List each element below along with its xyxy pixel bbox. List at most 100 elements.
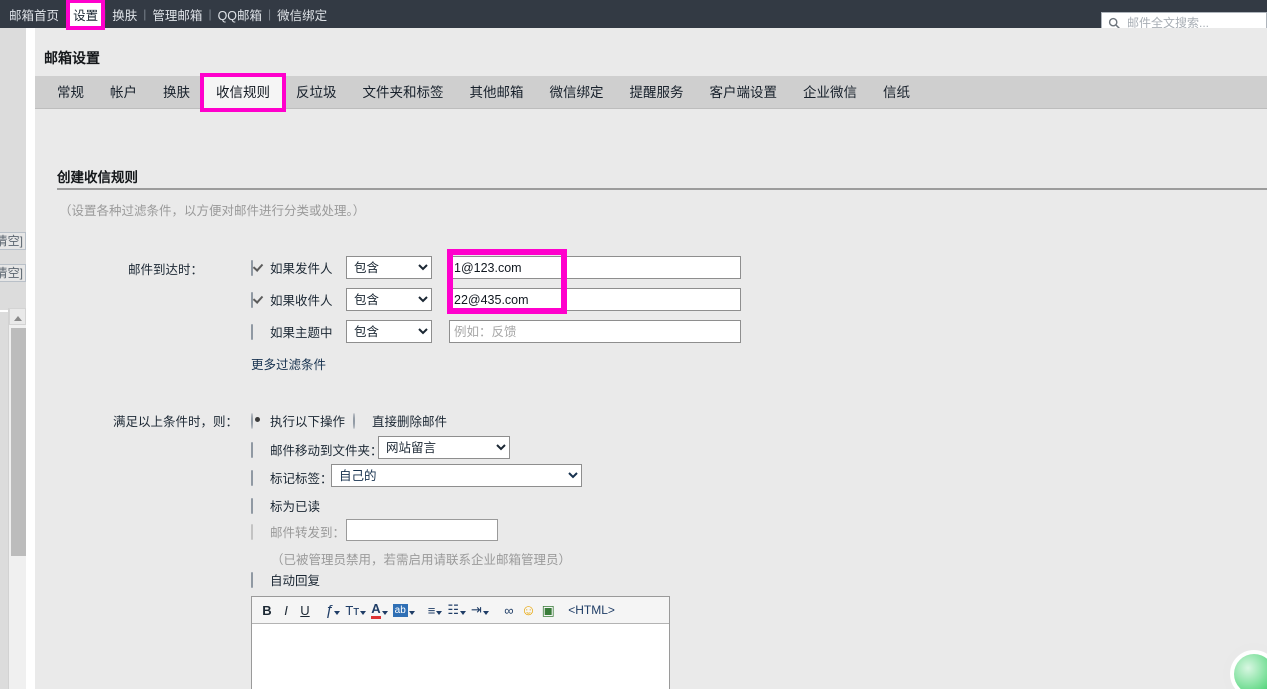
top-nav-link-0[interactable]: 邮箱首页 bbox=[5, 3, 63, 26]
section-subtitle: （设置各种过滤条件，以方便对邮件进行分类或处理。） bbox=[59, 204, 366, 218]
top-nav-separator: | bbox=[143, 7, 147, 21]
tab-6[interactable]: 其他邮箱 bbox=[457, 76, 537, 109]
highlight-color-icon-glyph: ab bbox=[392, 603, 408, 617]
page-title: 邮箱设置 bbox=[44, 50, 100, 66]
condition-sender-label: 如果发件人 bbox=[270, 262, 333, 276]
font-family-icon[interactable]: ƒ bbox=[323, 599, 342, 621]
bold-icon-glyph: B bbox=[262, 602, 272, 618]
condition-sender-checkbox[interactable] bbox=[251, 260, 264, 276]
link-icon-glyph: ∞ bbox=[504, 602, 514, 618]
tab-4[interactable]: 反垃圾 bbox=[283, 76, 350, 109]
chevron-down-icon bbox=[436, 611, 443, 615]
condition-subject-checkbox[interactable] bbox=[251, 324, 264, 340]
underline-icon[interactable]: U bbox=[296, 599, 314, 621]
top-nav-link-2[interactable]: 换肤 bbox=[108, 3, 141, 26]
condition-subject-label: 如果主题中 bbox=[270, 326, 333, 340]
tab-2[interactable]: 换肤 bbox=[150, 76, 203, 109]
editor-body[interactable] bbox=[252, 625, 669, 689]
condition-recipient-checkbox[interactable] bbox=[251, 292, 264, 308]
tab-9[interactable]: 客户端设置 bbox=[697, 76, 791, 109]
scroll-up-arrow-icon[interactable] bbox=[9, 308, 26, 325]
align-icon[interactable]: ≡ bbox=[426, 599, 445, 621]
move-folder-select[interactable]: 网站留言收件箱草稿箱已发送 bbox=[378, 436, 510, 459]
tab-3[interactable]: 收信规则 bbox=[200, 73, 286, 112]
bold-icon[interactable]: B bbox=[258, 599, 276, 621]
indent-icon-glyph: ⇥ bbox=[471, 602, 482, 617]
indent-icon[interactable]: ⇥ bbox=[469, 599, 491, 621]
chevron-down-icon bbox=[482, 611, 489, 615]
condition-recipient-operator[interactable]: 包含不包含等于不等于 bbox=[346, 288, 432, 311]
tab-0[interactable]: 常规 bbox=[44, 76, 97, 109]
screen-root: 邮箱首页|设置|换肤|管理邮箱|QQ邮箱|微信绑定 清空] 清空] 邮箱设置 常… bbox=[0, 0, 1267, 689]
link-icon[interactable]: ∞ bbox=[500, 599, 518, 621]
condition-subject-value[interactable] bbox=[449, 320, 741, 343]
section-divider bbox=[57, 188, 1267, 190]
font-family-icon-glyph: ƒ bbox=[325, 601, 334, 619]
top-nav-separator: | bbox=[65, 7, 69, 21]
tab-10[interactable]: 企业微信 bbox=[790, 76, 870, 109]
rail-clipped-item-1[interactable]: 清空] bbox=[0, 232, 26, 250]
chevron-down-icon bbox=[408, 611, 415, 615]
conditions-label: 邮件到达时： bbox=[128, 263, 204, 277]
italic-icon[interactable]: I bbox=[277, 599, 295, 621]
html-source-icon[interactable]: <HTML> bbox=[566, 599, 617, 621]
execute-actions-label: 执行以下操作 bbox=[270, 415, 346, 429]
move-folder-label: 邮件移动到文件夹： bbox=[270, 444, 383, 458]
rail-clipped-item-2[interactable]: 清空] bbox=[0, 264, 26, 282]
underline-icon-glyph: U bbox=[300, 602, 310, 618]
top-nav-link-1[interactable]: 设置 bbox=[66, 0, 106, 30]
forward-label: 邮件转发到： bbox=[270, 526, 346, 540]
forward-address-input bbox=[346, 519, 498, 541]
top-bar: 邮箱首页 | 设置 | 换肤 | 管理邮箱 | QQ邮箱 | 微信绑定 bbox=[0, 0, 1267, 34]
tab-8[interactable]: 提醒服务 bbox=[617, 76, 697, 109]
top-nav-link-4[interactable]: QQ邮箱 bbox=[214, 3, 266, 26]
emoji-icon[interactable]: ☺ bbox=[519, 599, 538, 621]
mark-read-checkbox[interactable] bbox=[251, 498, 264, 514]
tab-11[interactable]: 信纸 bbox=[870, 76, 923, 109]
auto-reply-label: 自动回复 bbox=[270, 574, 321, 588]
top-nav-separator: | bbox=[208, 7, 212, 21]
highlight-color-icon[interactable]: ab bbox=[391, 599, 417, 621]
font-color-icon[interactable]: A bbox=[369, 599, 389, 621]
chevron-down-icon bbox=[460, 611, 467, 615]
list-icon[interactable]: ☷ bbox=[445, 599, 468, 621]
tab-5[interactable]: 文件夹和标签 bbox=[350, 76, 457, 109]
condition-sender-value[interactable] bbox=[449, 256, 741, 279]
settings-page: 邮箱设置 常规 帐户 换肤 收信规则 反垃圾 文件夹和标签 其他邮箱 微信绑定 提醒服务 客户端设… bbox=[35, 28, 1267, 689]
tab-7[interactable]: 微信绑定 bbox=[537, 76, 617, 109]
editor-toolbar: B I Uƒ Tᴛ Aab ≡ ☷ ⇥ ∞ ☺ ▣ <HTML> bbox=[252, 597, 669, 624]
tab-1[interactable]: 帐户 bbox=[97, 76, 150, 109]
delete-mail-label: 直接删除邮件 bbox=[372, 415, 448, 429]
italic-icon-glyph: I bbox=[284, 602, 288, 618]
condition-recipient-label: 如果收件人 bbox=[270, 294, 333, 308]
execute-actions-radio[interactable] bbox=[251, 413, 264, 429]
floating-green-badge[interactable] bbox=[1223, 643, 1267, 689]
delete-mail-radio[interactable] bbox=[353, 413, 366, 429]
top-nav-link-5[interactable]: 微信绑定 bbox=[273, 3, 331, 26]
condition-sender-operator[interactable]: 包含不包含等于不等于 bbox=[346, 256, 432, 279]
vertical-scrollbar[interactable] bbox=[8, 308, 26, 689]
section-title: 创建收信规则 bbox=[57, 170, 138, 185]
chevron-down-icon bbox=[360, 611, 367, 615]
chevron-down-icon bbox=[334, 611, 341, 615]
condition-subject-operator[interactable]: 包含不包含等于不等于 bbox=[346, 320, 432, 343]
font-size-icon[interactable]: Tᴛ bbox=[343, 599, 368, 621]
top-nav-separator: | bbox=[268, 7, 272, 21]
condition-recipient-value[interactable] bbox=[449, 288, 741, 311]
align-icon-glyph: ≡ bbox=[427, 602, 436, 618]
top-nav: 邮箱首页 | 设置 | 换肤 | 管理邮箱 | QQ邮箱 | 微信绑定 bbox=[5, 0, 331, 30]
mark-tag-label: 标记标签： bbox=[270, 472, 333, 486]
scrollbar-thumb[interactable] bbox=[11, 328, 26, 556]
mark-tag-checkbox[interactable] bbox=[251, 470, 264, 486]
top-nav-link-3[interactable]: 管理邮箱 bbox=[148, 3, 206, 26]
move-folder-checkbox[interactable] bbox=[251, 442, 264, 458]
mark-tag-select[interactable]: 自己的工作朋友 bbox=[331, 464, 582, 487]
html-source-icon-glyph: <HTML> bbox=[568, 603, 615, 617]
top-nav-separator: | bbox=[103, 7, 107, 21]
more-filters-link[interactable]: 更多过滤条件 bbox=[251, 354, 326, 374]
auto-reply-checkbox[interactable] bbox=[251, 572, 264, 588]
forward-disabled-note: （已被管理员禁用，若需启用请联系企业邮箱管理员） bbox=[271, 553, 572, 567]
list-icon-glyph: ☷ bbox=[447, 602, 460, 617]
font-size-icon-glyph: Tᴛ bbox=[345, 602, 360, 618]
image-icon[interactable]: ▣ bbox=[539, 599, 557, 621]
